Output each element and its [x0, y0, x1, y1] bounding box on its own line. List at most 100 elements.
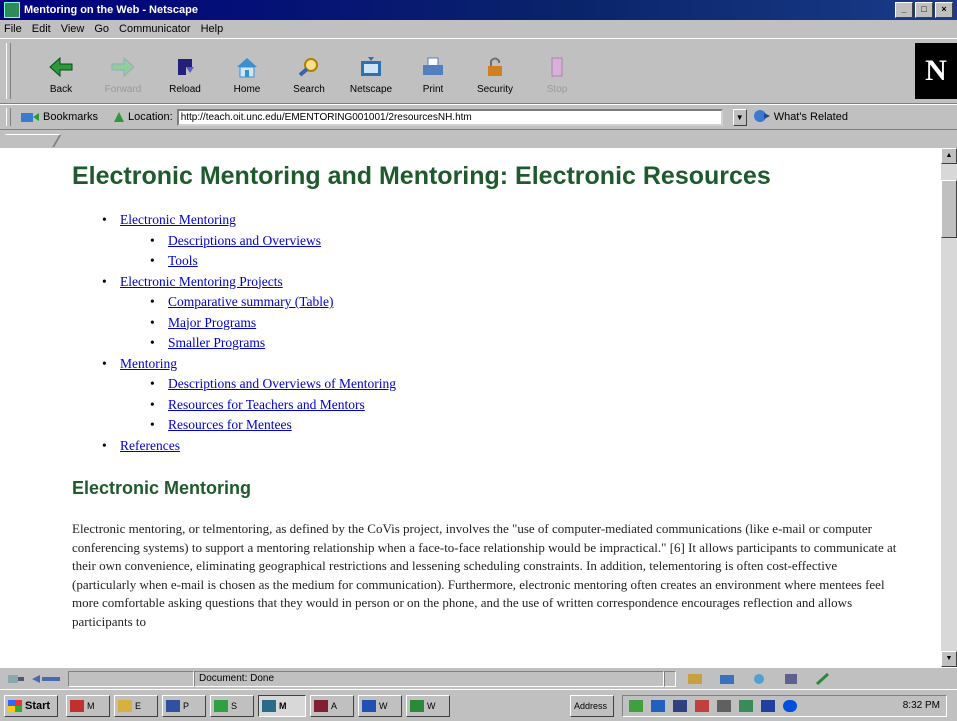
task-app-icon — [70, 699, 84, 712]
tray-app-icon[interactable] — [783, 699, 797, 712]
forward-button[interactable]: Forward — [92, 45, 154, 99]
address-toolbar-button[interactable]: Address — [570, 694, 614, 717]
toc-link-mentees[interactable]: Resources for Mentees — [168, 417, 292, 432]
taskbar-button[interactable]: E — [114, 694, 158, 717]
taskbar-button[interactable]: P — [162, 694, 206, 717]
toc-link-descriptions-overviews[interactable]: Descriptions and Overviews — [168, 233, 321, 248]
back-label: Back — [49, 84, 73, 95]
whats-related-button[interactable]: What's Related — [753, 109, 848, 126]
task-app-icon — [214, 699, 228, 712]
netscape-logo[interactable]: N — [915, 43, 957, 99]
windows-taskbar: Start M E P S M A W W Address 8:32 PM — [0, 689, 957, 721]
toolbar-grip[interactable] — [6, 43, 11, 99]
toc-link-major-programs[interactable]: Major Programs — [168, 315, 256, 330]
toc-link-comparative-summary[interactable]: Comparative summary (Table) — [168, 294, 334, 309]
task-label: W — [379, 700, 388, 711]
location-toolbar-grip[interactable] — [6, 108, 11, 126]
tray-app-icon[interactable] — [717, 699, 731, 712]
task-label: M — [87, 700, 95, 711]
tray-app-icon[interactable] — [695, 699, 709, 712]
close-button[interactable]: × — [935, 2, 953, 18]
bookmarks-button[interactable]: Bookmarks — [43, 111, 98, 123]
task-label: W — [427, 700, 436, 711]
security-status-icon[interactable] — [28, 672, 68, 686]
section-heading: Electronic Mentoring — [72, 478, 252, 498]
scroll-thumb[interactable] — [941, 180, 957, 238]
search-button[interactable]: Search — [278, 45, 340, 99]
location-label: Location: — [128, 111, 173, 123]
whats-related-icon — [753, 109, 771, 126]
url-dropdown-button[interactable]: ▼ — [732, 108, 747, 126]
address-book-icon[interactable] — [782, 672, 800, 686]
toc-link-mentoring[interactable]: Mentoring — [120, 356, 177, 371]
taskbar-button[interactable]: W — [358, 694, 402, 717]
connection-icon — [6, 672, 26, 686]
back-button[interactable]: Back — [30, 45, 92, 99]
status-spacer — [664, 670, 676, 687]
page-viewport: Electronic Mentoring and Mentoring: Elec… — [0, 148, 941, 667]
minimize-button[interactable]: _ — [895, 2, 913, 18]
scroll-down-button[interactable]: ▼ — [941, 651, 957, 667]
scroll-up-button[interactable]: ▲ — [941, 148, 957, 164]
forward-arrow-icon — [108, 54, 138, 80]
stop-button[interactable]: Stop — [526, 45, 588, 99]
tray-app-icon[interactable] — [673, 699, 687, 712]
task-app-icon — [314, 699, 328, 712]
toc-item: References — [102, 436, 396, 457]
print-label: Print — [422, 84, 444, 95]
taskbar-button[interactable]: M — [66, 694, 110, 717]
toc-item: Descriptions and Overviews — [102, 231, 396, 252]
mail-icon[interactable] — [718, 672, 736, 686]
navigator-icon[interactable] — [686, 672, 704, 686]
print-button[interactable]: Print — [402, 45, 464, 99]
menu-file[interactable]: File — [4, 23, 22, 35]
netscape-button[interactable]: Netscape — [340, 45, 402, 99]
taskbar-button-active[interactable]: M — [258, 694, 306, 717]
toc-item: Smaller Programs — [102, 333, 396, 354]
menu-bar: File Edit View Go Communicator Help — [0, 20, 957, 38]
clock[interactable]: 8:32 PM — [903, 700, 940, 711]
newsgroups-icon[interactable] — [750, 672, 768, 686]
toc-link-references[interactable]: References — [120, 438, 180, 453]
window-controls: _ □ × — [895, 2, 953, 18]
task-app-icon — [262, 699, 276, 712]
tray-app-icon[interactable] — [629, 699, 643, 712]
taskbar-button[interactable]: S — [210, 694, 254, 717]
task-app-icon — [166, 699, 180, 712]
security-button[interactable]: Security — [464, 45, 526, 99]
forward-label: Forward — [104, 84, 142, 95]
toc-link-electronic-mentoring[interactable]: Electronic Mentoring — [120, 212, 236, 227]
toc-item: Electronic Mentoring — [102, 210, 396, 231]
vertical-scrollbar[interactable]: ▲ ▼ — [941, 148, 957, 667]
menu-help[interactable]: Help — [201, 23, 224, 35]
home-button[interactable]: Home — [216, 45, 278, 99]
toc-link-tools[interactable]: Tools — [168, 253, 198, 268]
menu-view[interactable]: View — [61, 23, 85, 35]
collapsed-toolbar-tab[interactable] — [0, 134, 62, 147]
composer-icon[interactable] — [814, 672, 832, 686]
body-paragraph: Electronic mentoring, or telmentoring, a… — [72, 521, 897, 629]
url-input[interactable] — [176, 108, 723, 126]
bookmarks-icon[interactable] — [19, 110, 41, 124]
system-tray: 8:32 PM — [622, 694, 947, 717]
tray-app-icon[interactable] — [761, 699, 775, 712]
menu-edit[interactable]: Edit — [32, 23, 51, 35]
stop-icon — [542, 54, 572, 80]
taskbar-button[interactable]: A — [310, 694, 354, 717]
taskbar-button[interactable]: W — [406, 694, 450, 717]
menu-communicator[interactable]: Communicator — [119, 23, 191, 35]
maximize-button[interactable]: □ — [915, 2, 933, 18]
task-app-icon — [362, 699, 376, 712]
start-button[interactable]: Start — [4, 694, 58, 717]
toc-link-teachers-mentors[interactable]: Resources for Teachers and Mentors — [168, 397, 365, 412]
toc-item: Comparative summary (Table) — [102, 292, 396, 313]
toc-link-mentoring-projects[interactable]: Electronic Mentoring Projects — [120, 274, 283, 289]
search-label: Search — [293, 84, 325, 95]
reload-button[interactable]: Reload — [154, 45, 216, 99]
tray-app-icon[interactable] — [739, 699, 753, 712]
toc-link-smaller-programs[interactable]: Smaller Programs — [168, 335, 265, 350]
menu-go[interactable]: Go — [94, 23, 109, 35]
tray-app-icon[interactable] — [651, 699, 665, 712]
toc-link-mentoring-overviews[interactable]: Descriptions and Overviews of Mentoring — [168, 376, 396, 391]
status-bar: Document: Done — [0, 667, 957, 689]
